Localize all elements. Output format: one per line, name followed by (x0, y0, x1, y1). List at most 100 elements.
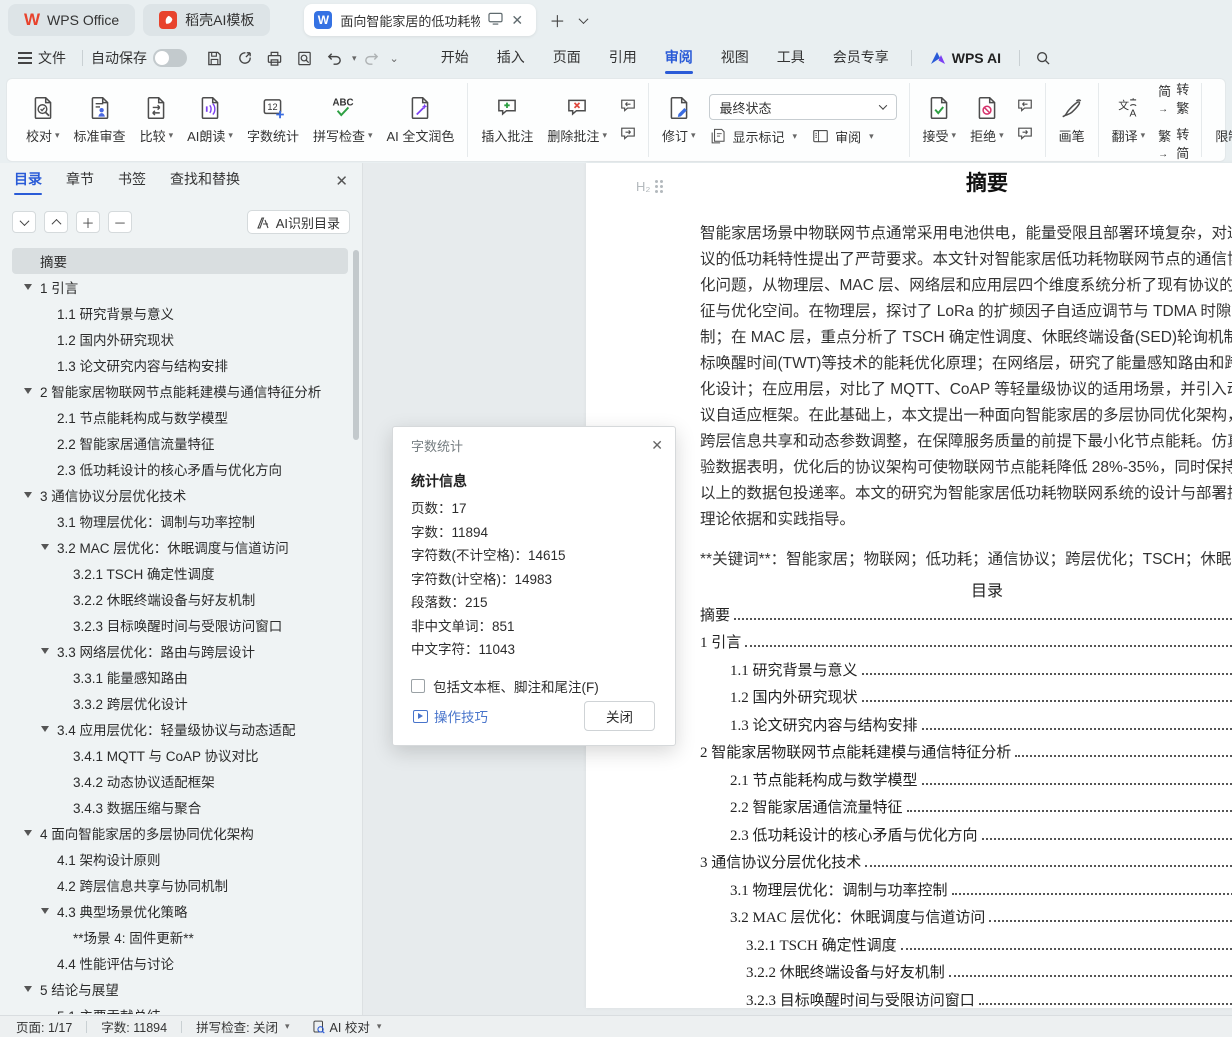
autosave-toggle[interactable] (153, 49, 187, 67)
toc-item[interactable]: 4.1 架构设计原则 (0, 846, 352, 872)
ribbon-tab-工具[interactable]: 工具 (763, 40, 819, 76)
ribbon-button-审阅[interactable]: 审阅▾ (811, 127, 874, 146)
sidebar-close-icon[interactable]: ✕ (335, 172, 348, 190)
tab-document[interactable]: W 面向智能家居的低功耗物联网 ✕ (304, 4, 536, 36)
search-icon[interactable] (1029, 45, 1057, 71)
wps-ai-button[interactable]: WPS AI (920, 50, 1011, 66)
collapse-triangle-icon[interactable] (24, 492, 32, 498)
expand-all-button[interactable] (12, 211, 36, 233)
toc-item[interactable]: 4 面向智能家居的多层协同优化架构 (0, 820, 352, 846)
undo-icon[interactable] (320, 45, 348, 71)
toc-item[interactable]: 3.4.3 数据压缩与聚合 (0, 794, 352, 820)
ribbon-tab-页面[interactable]: 页面 (539, 40, 595, 76)
tab-docer-template[interactable]: 稻壳AI模板 (143, 4, 270, 36)
toc-item[interactable]: **场景 4: 固件更新** (0, 924, 352, 950)
dialog-close-icon[interactable]: ✕ (651, 437, 663, 454)
toc-item[interactable]: 3.3.1 能量感知路由 (0, 664, 352, 690)
dialog-close-button[interactable]: 关闭 (584, 701, 655, 731)
undo-dropdown-icon[interactable]: ▾ (352, 53, 357, 64)
collapse-triangle-icon[interactable] (24, 388, 32, 394)
toc-item[interactable]: 3.4 应用层优化：轻量级协议与动态适配 (0, 716, 352, 742)
toc-item[interactable]: 3.2.1 TSCH 确定性调度 (0, 560, 352, 586)
file-menu[interactable]: 文件 (10, 48, 74, 68)
toc-item[interactable]: 3.4.2 动态协议适配框架 (0, 768, 352, 794)
zoom-out-toc-button[interactable]: － (108, 211, 132, 233)
spellcheck-indicator[interactable]: 拼写检查: 关闭▾ (196, 1017, 289, 1036)
ribbon-button-接受[interactable]: 接受▾ (916, 91, 964, 149)
toc-item[interactable]: 2 智能家居物联网节点能耗建模与通信特征分析 (0, 378, 352, 404)
ribbon-button-转繁[interactable]: 简→转繁 (1158, 79, 1189, 117)
previous-change-icon[interactable] (1015, 96, 1035, 116)
toc-item[interactable]: 1.3 论文研究内容与结构安排 (0, 352, 352, 378)
toc-item[interactable]: 3.2 MAC 层优化：休眠调度与信道访问 (0, 534, 352, 560)
close-tab-icon[interactable]: ✕ (511, 12, 523, 29)
ai-proofread-indicator[interactable]: AI 校对▾ (312, 1017, 382, 1036)
toc-item[interactable]: 1.2 国内外研究现状 (0, 326, 352, 352)
collapse-all-button[interactable] (44, 211, 68, 233)
ribbon-tab-插入[interactable]: 插入 (483, 40, 539, 76)
ribbon-tab-会员专享[interactable]: 会员专享 (819, 40, 903, 76)
redo-dropdown-icon[interactable]: ⌄ (390, 52, 399, 65)
print-icon[interactable] (260, 45, 288, 71)
next-change-icon[interactable] (1015, 124, 1035, 144)
tips-link[interactable]: 操作技巧 (413, 706, 488, 726)
ribbon-tab-审阅[interactable]: 审阅 (651, 40, 707, 76)
word-count-indicator[interactable]: 字数: 11894 (101, 1017, 167, 1036)
sidebar-tab-章节[interactable]: 章节 (66, 163, 94, 199)
redo-icon[interactable] (358, 45, 386, 71)
ribbon-button-AI朗读[interactable]: AI朗读▾ (180, 91, 240, 149)
save-icon[interactable] (200, 45, 228, 71)
collapse-triangle-icon[interactable] (41, 648, 49, 654)
ribbon-tab-开始[interactable]: 开始 (427, 40, 483, 76)
toc-item[interactable]: 3.3.2 跨层优化设计 (0, 690, 352, 716)
include-textbox-checkbox[interactable]: 包括文本框、脚注和尾注(F) (411, 676, 675, 696)
ribbon-button-显示标记[interactable]: 显示标记▾ (709, 127, 798, 146)
toc-item[interactable]: 1.1 研究背景与意义 (0, 300, 352, 326)
ribbon-button-校对[interactable]: 校对▾ (19, 91, 67, 149)
ribbon-button-拒绝[interactable]: 拒绝▾ (963, 91, 1011, 149)
sidebar-tab-查找和替换[interactable]: 查找和替换 (170, 163, 240, 199)
tab-list-chevron-icon[interactable] (570, 7, 596, 33)
ribbon-tab-引用[interactable]: 引用 (595, 40, 651, 76)
checkbox-icon[interactable] (411, 679, 425, 693)
ribbon-button-拼写检查[interactable]: ABC拼写检查▾ (306, 91, 380, 149)
collapse-triangle-icon[interactable] (24, 830, 32, 836)
drag-handle-icon[interactable] (655, 180, 663, 193)
ribbon-button-标准审查[interactable]: 标准审查 (67, 91, 133, 149)
document-page[interactable]: H₂ 摘要 智能家居场景中物联网节点通常采用电池供电，能量受限且部署环境复杂，对… (586, 163, 1232, 1008)
ai-recognize-toc-button[interactable]: AI识别目录 (247, 210, 350, 234)
toc-item[interactable]: 2.3 低功耗设计的核心矛盾与优化方向 (0, 456, 352, 482)
toc-item[interactable]: 3.4.1 MQTT 与 CoAP 协议对比 (0, 742, 352, 768)
zoom-in-toc-button[interactable]: ＋ (76, 211, 100, 233)
toc-item[interactable]: 摘要 (12, 248, 348, 274)
ribbon-button-删除批注[interactable]: 删除批注▾ (540, 91, 614, 149)
collapse-triangle-icon[interactable] (41, 908, 49, 914)
collapse-triangle-icon[interactable] (24, 284, 32, 290)
ribbon-button-AI 全文润色[interactable]: AI 全文润色 (380, 91, 462, 149)
ribbon-button-转简[interactable]: 繁→转简 (1158, 124, 1189, 162)
ribbon-button-翻译[interactable]: 文A翻译▾ (1105, 91, 1153, 149)
toc-item[interactable]: 3.1 物理层优化：调制与功率控制 (0, 508, 352, 534)
toc-item[interactable]: 4.4 性能评估与讨论 (0, 950, 352, 976)
print-preview-icon[interactable] (290, 45, 318, 71)
ribbon-button-字数统计[interactable]: 12字数统计 (240, 91, 306, 149)
heading-level-marker[interactable]: H₂ (636, 179, 663, 194)
screen-share-icon[interactable] (488, 12, 503, 28)
toc-item[interactable]: 2.2 智能家居通信流量特征 (0, 430, 352, 456)
collapse-triangle-icon[interactable] (24, 986, 32, 992)
sidebar-tab-目录[interactable]: 目录 (14, 163, 42, 199)
next-comment-icon[interactable] (618, 124, 638, 144)
toc-item[interactable]: 4.3 典型场景优化策略 (0, 898, 352, 924)
ribbon-button-比较[interactable]: 比较▾ (133, 91, 181, 149)
toc-item[interactable]: 1 引言 (0, 274, 352, 300)
toc-item[interactable]: 3 通信协议分层优化技术 (0, 482, 352, 508)
ribbon-button-画笔[interactable]: 画笔 (1052, 91, 1092, 149)
ribbon-button-修订[interactable]: 修订▾ (655, 91, 703, 149)
tab-wps-office[interactable]: W WPS Office (8, 4, 135, 36)
toc-item[interactable]: 4.2 跨层信息共享与协同机制 (0, 872, 352, 898)
page-indicator[interactable]: 页面: 1/17 (16, 1017, 72, 1036)
new-tab-button[interactable]: ＋ (544, 7, 570, 33)
collapse-triangle-icon[interactable] (41, 544, 49, 550)
toc-item[interactable]: 5 结论与展望 (0, 976, 352, 1002)
ribbon-button-限制编辑[interactable]: 限制编辑 (1208, 91, 1232, 149)
